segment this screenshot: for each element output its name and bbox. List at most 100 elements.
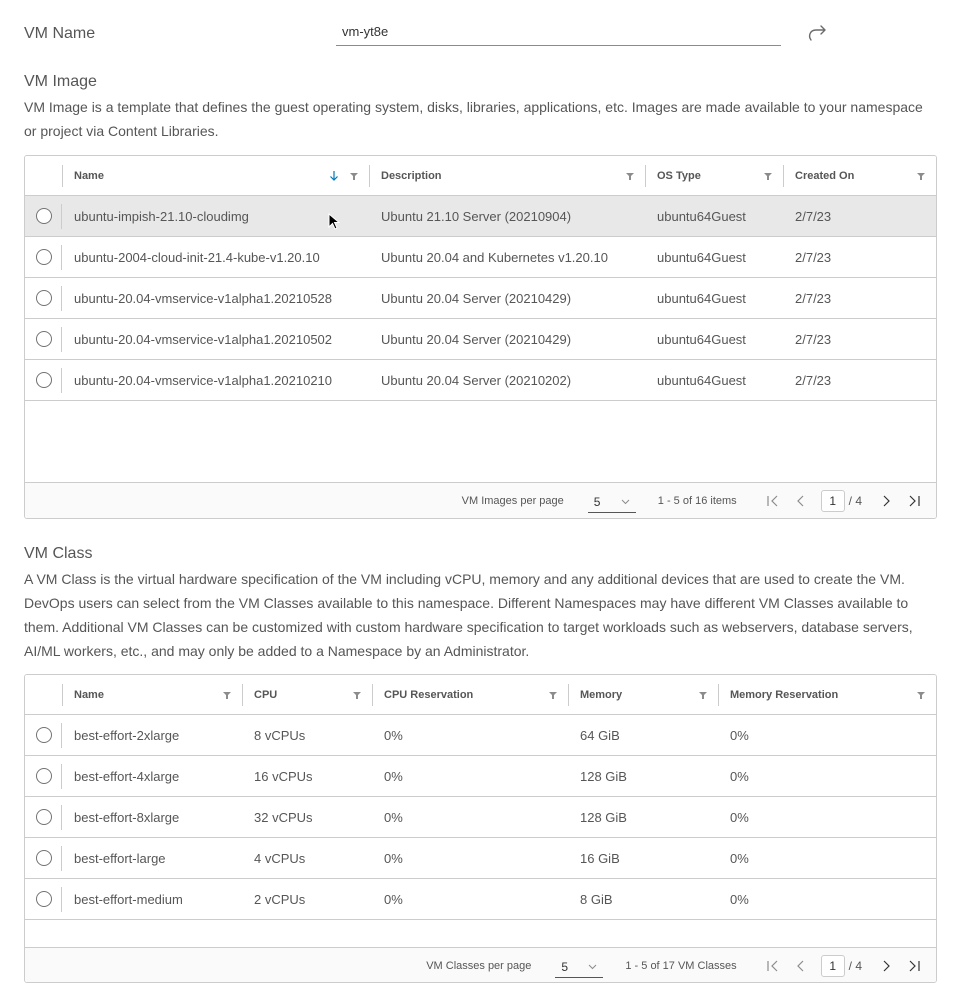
filter-icon[interactable] [916,171,926,181]
vm-name-row: VM Name [24,18,934,50]
chevron-down-icon [621,495,630,504]
filter-icon[interactable] [698,690,708,700]
cell-name: best-effort-large [74,850,166,866]
column-header-label: Memory [580,688,623,701]
per-page-select[interactable]: 5 [555,954,604,978]
column-header-memory[interactable]: Memory [568,675,718,714]
cell-cpu: 2 vCPUs [254,891,306,907]
row-select-cell [25,756,62,797]
filter-icon[interactable] [349,171,359,181]
column-header-memory-reservation[interactable]: Memory Reservation [718,675,936,714]
table-row[interactable]: ubuntu-20.04-vmservice-v1alpha1.20210528… [25,278,936,319]
cell-os-type: ubuntu64Guest [657,372,746,388]
current-page-input[interactable] [820,489,845,512]
cell-os-type: ubuntu64Guest [657,290,746,306]
cell-name: ubuntu-20.04-vmservice-v1alpha1.20210502 [74,331,333,347]
filter-icon[interactable] [222,690,232,700]
first-page-button[interactable] [763,491,783,511]
table-row[interactable]: best-effort-8xlarge 32 vCPUs 0% 128 GiB … [25,797,936,838]
current-page-input[interactable] [820,954,845,977]
filter-icon[interactable] [548,690,558,700]
total-pages: / 4 [848,493,862,508]
row-select-cell [25,838,62,879]
first-page-icon [767,495,778,506]
cell-created-on: 2/7/23 [795,249,832,265]
items-count: 1 - 5 of 17 VM Classes [625,959,737,972]
row-radio-button[interactable] [36,330,52,347]
row-radio-button[interactable] [36,248,52,265]
cell-memory: 128 GiB [580,768,627,784]
cell-cpu: 32 vCPUs [254,809,313,825]
row-radio-button[interactable] [36,767,52,784]
row-radio-button[interactable] [36,726,52,743]
last-page-button[interactable] [904,956,924,976]
chevron-right-icon [883,495,890,506]
filter-icon[interactable] [352,690,362,700]
row-select-cell [25,879,62,920]
table-row[interactable]: ubuntu-20.04-vmservice-v1alpha1.20210210… [25,360,936,401]
column-header-os-type[interactable]: OS Type [645,156,783,195]
cell-name: best-effort-4xlarge [74,768,180,784]
total-pages: / 4 [848,958,862,973]
table-row[interactable]: best-effort-large 4 vCPUs 0% 16 GiB 0% [25,838,936,879]
chevron-left-icon [796,495,804,506]
cell-name: ubuntu-impish-21.10-cloudimg [74,208,249,224]
table-row[interactable]: best-effort-medium 2 vCPUs 0% 8 GiB 0% [25,879,936,920]
next-page-button[interactable] [876,491,896,511]
chevron-right-icon [883,960,890,971]
vm-image-grid-header: Name Description OS Type Created On [25,156,936,196]
row-radio-button[interactable] [36,289,52,306]
sort-descending-icon[interactable] [329,170,339,182]
column-header-label: Created On [795,169,855,182]
row-radio-button[interactable] [36,849,52,866]
select-column-header [25,675,62,714]
vm-name-input[interactable] [336,18,781,46]
filter-icon[interactable] [763,171,773,181]
cell-description: Ubuntu 20.04 and Kubernetes v1.20.10 [381,249,608,265]
per-page-select[interactable]: 5 [587,489,636,513]
redo-arrow-icon[interactable] [806,22,828,44]
last-page-button[interactable] [904,491,924,511]
vm-class-grid-header: Name CPU CPU Reservation Memory Memory R… [25,675,936,715]
cell-cpu-reservation: 0% [384,809,403,825]
vm-image-grid: Name Description OS Type Created On ubun… [24,155,937,519]
first-page-icon [767,960,778,971]
filter-icon[interactable] [625,171,635,181]
row-radio-button[interactable] [36,808,52,825]
row-radio-button[interactable] [36,207,52,224]
row-radio-button[interactable] [36,890,52,907]
last-page-icon [909,495,920,506]
previous-page-button[interactable] [791,491,811,511]
column-header-created-on[interactable]: Created On [783,156,936,195]
per-page-label: VM Classes per page [426,959,532,972]
chevron-down-icon [588,960,597,969]
table-row[interactable]: ubuntu-20.04-vmservice-v1alpha1.20210502… [25,319,936,360]
cell-cpu: 16 vCPUs [254,768,313,784]
table-row[interactable]: best-effort-4xlarge 16 vCPUs 0% 128 GiB … [25,756,936,797]
filter-icon[interactable] [916,690,926,700]
next-page-button[interactable] [876,956,896,976]
select-column-header [25,156,62,195]
table-row[interactable]: ubuntu-2004-cloud-init-21.4-kube-v1.20.1… [25,237,936,278]
column-header-name[interactable]: Name [62,675,242,714]
table-row[interactable]: ubuntu-impish-21.10-cloudimg Ubuntu 21.1… [25,196,936,237]
column-header-cpu[interactable]: CPU [242,675,372,714]
table-row[interactable]: best-effort-2xlarge 8 vCPUs 0% 64 GiB 0% [25,715,936,756]
row-radio-button[interactable] [36,371,52,388]
row-select-cell [25,797,62,838]
vm-class-description: A VM Class is the virtual hardware speci… [24,571,913,659]
vm-image-title: VM Image [24,73,97,90]
cell-memory-reservation: 0% [730,809,749,825]
row-select-cell [25,319,62,360]
cell-cpu: 8 vCPUs [254,727,306,743]
grid-empty-area [25,920,936,947]
first-page-button[interactable] [763,956,783,976]
column-header-cpu-reservation[interactable]: CPU Reservation [372,675,568,714]
column-header-description[interactable]: Description [369,156,645,195]
column-header-name[interactable]: Name [62,156,369,195]
cell-description: Ubuntu 21.10 Server (20210904) [381,208,572,224]
cell-os-type: ubuntu64Guest [657,249,746,265]
cell-memory: 64 GiB [580,727,620,743]
cell-name: best-effort-2xlarge [74,727,180,743]
previous-page-button[interactable] [791,956,811,976]
